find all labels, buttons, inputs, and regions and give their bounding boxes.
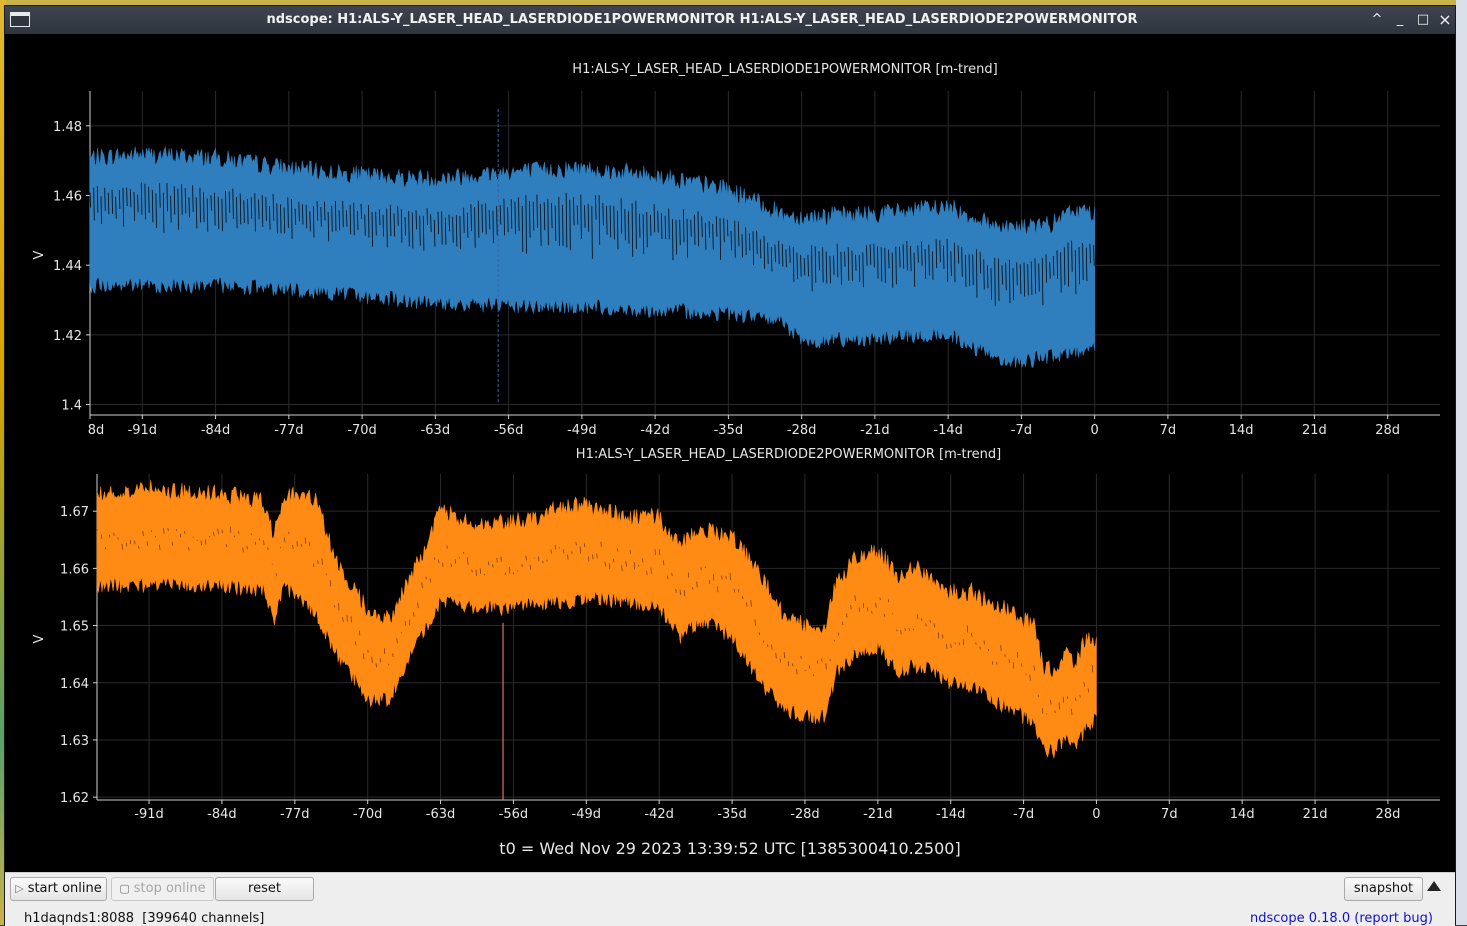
plot-area[interactable]: H1:ALS-Y_LASER_HEAD_LASERDIODE1POWERMONI… — [10, 34, 1452, 872]
start-online-label: start online — [27, 881, 102, 896]
x-tick-label: 21d — [1303, 807, 1328, 822]
x-tick-label: -63d — [421, 423, 451, 438]
y-tick-label: 1.67 — [60, 505, 89, 520]
x-tick-label: 14d — [1230, 807, 1255, 822]
y-tick-label: 1.48 — [53, 120, 82, 135]
y-tick-label: 1.62 — [60, 791, 89, 806]
x-tick-label: -70d — [353, 807, 383, 822]
x-tick-label: -49d — [572, 807, 602, 822]
chart-title: H1:ALS-Y_LASER_HEAD_LASERDIODE1POWERMONI… — [572, 62, 997, 77]
status-bar: h1daqnds1:8088 [399640 channels] ndscope… — [5, 908, 1455, 926]
x-tick-label: -56d — [499, 807, 529, 822]
chart-title: H1:ALS-Y_LASER_HEAD_LASERDIODE2POWERMONI… — [576, 447, 1001, 462]
window-title: ndscope: H1:ALS-Y_LASER_HEAD_LASERDIODE1… — [266, 12, 1138, 27]
server-info: h1daqnds1:8088 [399640 channels] — [24, 911, 265, 926]
x-tick-label: -14d — [936, 807, 966, 822]
y-tick-label: 1.63 — [60, 734, 89, 749]
y-tick-label: 1.64 — [60, 677, 89, 692]
x-tick-label: 0 — [1091, 423, 1099, 438]
x-tick-label: -21d — [863, 807, 893, 822]
x-tick-label: -42d — [644, 807, 674, 822]
y-axis-label: V — [32, 250, 47, 259]
x-tick-label: -28d — [790, 807, 820, 822]
bottom-toolbar: ▷ start online ▢ stop online reset snapsho… — [5, 872, 1455, 909]
x-tick-label: -35d — [717, 807, 747, 822]
shade-icon[interactable]: _ — [1390, 10, 1410, 30]
x-tick-label: -7d — [1011, 423, 1032, 438]
x-tick-label: -21d — [860, 423, 890, 438]
x-tick-label: 7d — [1160, 423, 1177, 438]
collapse-arrow-icon[interactable] — [1427, 881, 1441, 891]
version-info: ndscope 0.18.0 (report bug) — [1250, 911, 1433, 926]
x-tick-label: -14d — [933, 423, 963, 438]
t0-label: t0 = Wed Nov 29 2023 13:39:52 UTC [13853… — [499, 839, 960, 858]
minimize-icon[interactable]: ^ — [1367, 10, 1387, 30]
x-tick-label: -91d — [128, 423, 158, 438]
x-tick-label: 28d — [1375, 423, 1400, 438]
y-tick-label: 1.46 — [53, 190, 82, 205]
x-tick-label: -7d — [1013, 807, 1034, 822]
x-tick-label: 8d — [88, 423, 105, 438]
series-envelope — [96, 479, 1097, 759]
x-tick-label: -84d — [201, 423, 231, 438]
plot-bottom[interactable]: H1:ALS-Y_LASER_HEAD_LASERDIODE2POWERMONI… — [32, 447, 1440, 822]
x-tick-label: -84d — [207, 807, 237, 822]
x-tick-label: -56d — [494, 423, 524, 438]
report-bug-link[interactable]: report bug — [1359, 911, 1428, 926]
x-tick-label: 14d — [1229, 423, 1254, 438]
version-label: ndscope 0.18.0 — [1250, 911, 1351, 926]
x-tick-label: -70d — [347, 423, 377, 438]
reset-button[interactable]: reset — [215, 877, 314, 901]
start-online-button[interactable]: ▷ start online — [10, 877, 107, 901]
x-tick-label: 21d — [1302, 423, 1327, 438]
x-tick-label: -42d — [640, 423, 670, 438]
x-tick-label: -28d — [787, 423, 817, 438]
y-tick-label: 1.66 — [60, 562, 89, 577]
plots-canvas[interactable]: H1:ALS-Y_LASER_HEAD_LASERDIODE1POWERMONI… — [10, 34, 1452, 872]
window-titlebar[interactable]: ndscope: H1:ALS-Y_LASER_HEAD_LASERDIODE1… — [5, 6, 1455, 34]
stop-online-label: stop online — [133, 881, 206, 896]
y-tick-label: 1.44 — [53, 259, 82, 274]
y-tick-label: 1.42 — [53, 329, 82, 344]
x-tick-label: -49d — [567, 423, 597, 438]
y-tick-label: 1.4 — [61, 399, 82, 414]
maximize-icon[interactable]: □ — [1413, 10, 1433, 30]
stop-icon: ▢ — [119, 882, 130, 895]
x-tick-label: -77d — [274, 423, 304, 438]
plot-top[interactable]: H1:ALS-Y_LASER_HEAD_LASERDIODE1POWERMONI… — [32, 62, 1440, 438]
x-tick-label: 0 — [1092, 807, 1100, 822]
desktop-background-right — [1456, 0, 1467, 925]
x-tick-label: 28d — [1376, 807, 1401, 822]
x-tick-label: -77d — [280, 807, 310, 822]
x-tick-label: -91d — [134, 807, 164, 822]
snapshot-button[interactable]: snapshot — [1344, 877, 1423, 901]
ndscope-window: ndscope: H1:ALS-Y_LASER_HEAD_LASERDIODE1… — [4, 5, 1456, 926]
x-tick-label: 7d — [1161, 807, 1178, 822]
x-tick-label: -35d — [714, 423, 744, 438]
play-icon: ▷ — [15, 882, 24, 895]
stop-online-button[interactable]: ▢ stop online — [111, 877, 214, 901]
y-tick-label: 1.65 — [60, 620, 89, 635]
x-tick-label: -63d — [426, 807, 456, 822]
y-axis-label: V — [32, 634, 47, 643]
close-icon[interactable]: × — [1435, 10, 1455, 30]
